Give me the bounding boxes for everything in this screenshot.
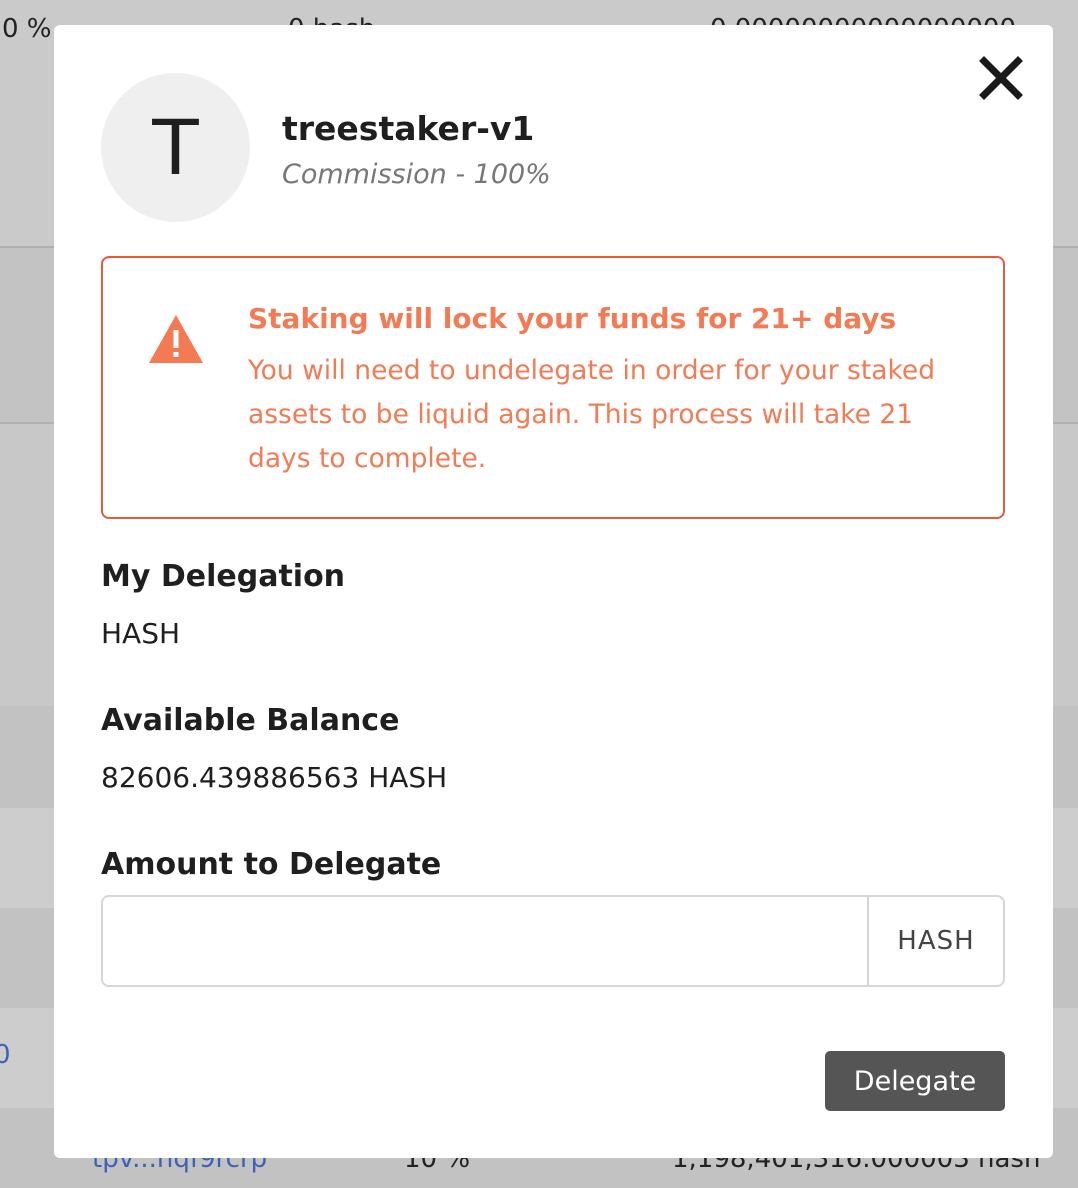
close-icon[interactable] [978,55,1024,101]
warning-message: You will need to undelegate in order for… [248,355,936,474]
warning-icon [147,313,205,365]
my-delegation-value: HASH [101,617,181,650]
delegate-modal: T treestaker-v1 Commission - 100% Stakin… [54,25,1053,1158]
available-balance-label: Available Balance [101,703,400,738]
amount-input[interactable] [103,897,867,985]
validator-commission: Commission - 100% [282,159,551,190]
warning-title: Staking will lock your funds for 21+ day… [248,302,897,335]
amount-currency-suffix: HASH [867,897,1003,985]
my-delegation-label: My Delegation [101,559,346,594]
amount-input-group: HASH [101,895,1005,987]
avatar-letter: T [152,103,199,192]
bg-cell-commission: 0 % [2,14,52,44]
delegate-button[interactable]: Delegate [825,1051,1005,1111]
validator-name: treestaker-v1 [282,109,535,148]
warning-alert: Staking will lock your funds for 21+ day… [101,256,1005,519]
validator-avatar: T [101,73,250,222]
available-balance-value: 82606.439886563 HASH [101,761,448,794]
bg-link-fragment[interactable]: 0 [0,1040,11,1070]
amount-to-delegate-label: Amount to Delegate [101,847,442,882]
